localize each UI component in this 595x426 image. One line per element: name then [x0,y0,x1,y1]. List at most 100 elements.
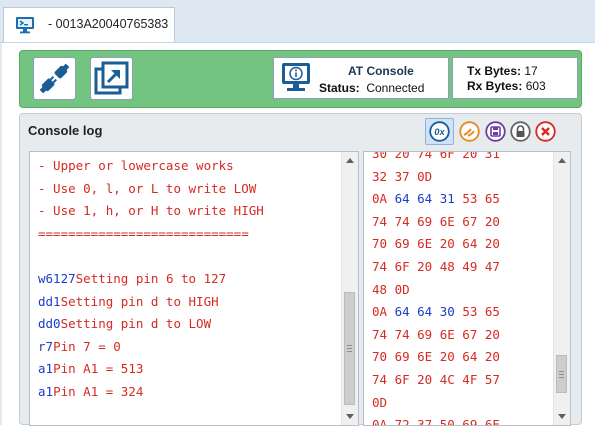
log-line: - Use 1, h, or H to write HIGH [38,200,264,223]
scroll-down-arrow-icon[interactable] [558,414,566,419]
log-line: 70 69 6E 20 64 20 [372,346,500,369]
log-segment: - Use 1, h, or H to write HIGH [38,203,264,219]
tx-bytes-value: 17 [524,64,538,78]
hex-log-pane[interactable]: 30 20 74 6F 20 31 32 37 0D 0A 64 64 31 53 … [363,151,571,426]
log-line: - Use 0, l, or L to write LOW [38,178,264,201]
detach-window-icon [94,61,129,95]
log-segment: 74 6F 20 48 49 47 [372,258,500,274]
log-line: 48 0D [372,279,500,302]
log-segment: 53 65 [454,191,500,207]
log-line: 0D [372,392,500,415]
log-line: 30 20 74 6F 20 31 [372,151,500,166]
log-line: ============================ [38,223,264,246]
console-status-panel: AT Console Status: Connected [273,57,449,99]
hex-scrollbar[interactable] [553,152,570,425]
scroll-down-arrow-icon[interactable] [346,414,354,419]
log-segment: Setting pin d to HIGH [60,293,219,309]
log-line: r7Pin 7 = 0 [38,336,264,359]
ascii-scrollbar[interactable] [341,152,358,425]
clear-button[interactable] [459,121,480,142]
log-line: 70 69 6E 20 64 20 [372,233,500,256]
log-segment: Setting pin d to LOW [60,316,212,332]
console-title: AT Console [348,64,414,78]
log-segment: Pin A1 = 324 [53,383,144,399]
log-segment: r7 [38,338,54,354]
log-line: 32 37 0D [372,166,500,189]
hex-toggle-icon: 0x [429,121,450,142]
window-left-edge [0,0,2,425]
log-line: 0A 64 64 31 53 65 [372,188,500,211]
log-segment: 0D [372,394,388,410]
log-segment: 70 69 6E 20 64 20 [372,349,500,365]
log-segment: dd1 [38,293,61,309]
status-line: Status: Connected [319,81,424,95]
ascii-log-text: - Upper or lowercase works - Use 0, l, or… [38,155,264,404]
log-segment: - Upper or lowercase works [38,158,234,173]
tab-strip: - 0013A20040765383 [0,0,595,43]
lock-icon [510,121,531,142]
log-line: 74 74 69 6E 67 20 [372,324,500,347]
log-segment: 30 20 74 6F 20 31 [372,151,500,161]
info-monitor-icon [282,63,310,91]
log-segment: 32 37 0D [372,168,433,184]
log-segment: 70 69 6E 20 64 20 [372,236,500,252]
log-segment: ============================ [38,225,249,241]
log-line: a1Pin A1 = 513 [38,358,264,381]
tab-device[interactable]: - 0013A20040765383 [3,7,175,42]
detach-button[interactable] [90,57,133,100]
lock-button[interactable] [510,121,531,142]
log-segment: 48 0D [372,281,410,297]
tx-bytes-line: Tx Bytes: 17 [467,64,538,78]
log-segment: Setting pin 6 to 127 [75,270,227,286]
plug-connect-icon [39,63,70,94]
log-segment: 64 64 30 [394,304,455,320]
log-line: 74 6F 20 48 49 47 [372,256,500,279]
log-line: w6127Setting pin 6 to 127 [38,268,264,291]
log-line: 0A 64 64 30 53 65 [372,301,500,324]
hex-log-text: 30 20 74 6F 20 31 32 37 0D 0A 64 64 31 53 … [372,151,500,425]
log-segment: a1 [38,383,54,399]
save-icon [485,121,506,142]
log-line: a1Pin A1 = 324 [38,381,264,404]
tx-bytes-label: Tx Bytes: [467,64,522,78]
log-segment: w6127 [38,270,76,286]
rx-bytes-line: Rx Bytes: 603 [467,79,546,93]
log-segment: 74 74 69 6E 67 20 [372,213,500,229]
hex-toggle-button[interactable]: 0x [429,121,450,142]
save-button[interactable] [485,121,506,142]
log-line: 0A 72 37 50 69 6E [372,414,500,425]
clear-icon [459,121,480,142]
log-segment: Pin A1 = 513 [53,361,144,377]
rx-bytes-label: Rx Bytes: [467,79,523,93]
scroll-up-arrow-icon[interactable] [558,158,566,163]
hex-scroll-thumb[interactable] [556,355,567,393]
log-segment: 74 74 69 6E 67 20 [372,326,500,342]
log-line: dd0Setting pin d to LOW [38,313,264,336]
tab-title: - 0013A20040765383 [48,17,169,31]
console-monitor-icon [16,17,34,34]
hex-toggle-text: 0x [434,127,445,138]
scroll-up-arrow-icon[interactable] [346,158,354,163]
log-segment: 64 64 31 [394,191,455,207]
status-label: Status: [319,81,360,95]
log-line: 74 6F 20 4C 4F 57 [372,369,500,392]
log-segment: a1 [38,361,54,377]
log-line: 74 74 69 6E 67 20 [372,211,500,234]
bytes-counter-panel: Tx Bytes: 17 Rx Bytes: 603 [452,57,578,99]
console-log-panel: Console log 0x - Upper or lowercase work… [19,113,582,426]
log-segment: 53 65 [454,304,500,320]
close-icon [535,121,556,142]
log-segment: 0A [372,304,395,320]
log-segment: 0A [372,191,395,207]
close-console-button[interactable] [535,121,556,142]
connect-button[interactable] [33,57,76,100]
toolbar: AT Console Status: Connected Tx Bytes: 1… [19,50,582,108]
log-segment: dd0 [38,316,61,332]
log-line: - Upper or lowercase works [38,155,264,178]
ascii-scroll-thumb[interactable] [344,292,355,405]
status-value: Connected [366,81,425,95]
ascii-log-pane[interactable]: - Upper or lowercase works - Use 0, l, or… [29,151,359,426]
log-segment: Pin 7 = 0 [53,338,121,354]
console-log-label: Console log [28,123,103,138]
